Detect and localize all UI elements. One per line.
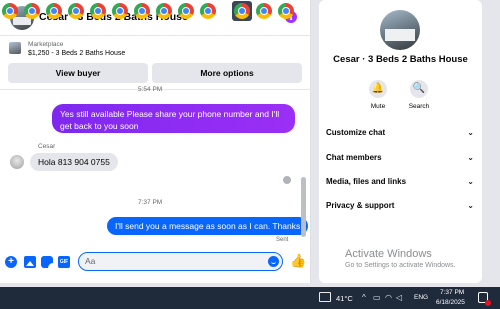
- notification-icon[interactable]: [478, 292, 491, 306]
- activate-windows-title: Activate Windows: [345, 248, 432, 260]
- chrome-icon[interactable]: [90, 3, 106, 19]
- clock-time[interactable]: 7:37 PM: [440, 289, 464, 296]
- photo-icon[interactable]: [24, 256, 36, 268]
- chrome-icon[interactable]: [24, 3, 40, 19]
- chrome-icon[interactable]: [156, 3, 172, 19]
- chevron-up-icon[interactable]: ^: [362, 293, 366, 302]
- chevron-down-icon: ⌄: [467, 128, 474, 137]
- clock-date[interactable]: 6/18/2025: [436, 299, 465, 306]
- chrome-icon[interactable]: [278, 3, 294, 19]
- scrollbar[interactable]: [301, 177, 306, 237]
- chrome-icon[interactable]: [256, 3, 272, 19]
- outgoing-message[interactable]: Yes still available Please share your ph…: [52, 104, 295, 133]
- chrome-icon[interactable]: [200, 3, 216, 19]
- menu-customize-chat[interactable]: Customize chat ⌄: [326, 128, 474, 142]
- chat-panel: Cesar · 3 Beds 2 Baths House i Marketpla…: [0, 0, 311, 283]
- emoji-icon[interactable]: [268, 256, 279, 267]
- chevron-down-icon: ⌄: [467, 201, 474, 210]
- more-options-button[interactable]: More options: [152, 63, 302, 83]
- marketplace-label: Marketplace: [28, 41, 64, 48]
- chrome-icon[interactable]: [178, 3, 194, 19]
- chevron-down-icon: ⌄: [467, 177, 474, 186]
- listing-title[interactable]: $1,250 - 3 Beds 2 Baths House: [28, 50, 125, 57]
- search-icon: 🔍: [412, 83, 426, 94]
- mute-label: Mute: [370, 103, 386, 110]
- gif-icon[interactable]: GIF: [58, 256, 70, 268]
- chevron-down-icon: ⌄: [467, 153, 474, 162]
- menu-label: Chat members: [326, 153, 382, 162]
- language-indicator[interactable]: ENG: [414, 294, 428, 301]
- menu-label: Media, files and links: [326, 177, 407, 186]
- view-buyer-button[interactable]: View buyer: [8, 63, 148, 83]
- chrome-icon[interactable]: [134, 3, 150, 19]
- menu-chat-members[interactable]: Chat members ⌄: [326, 153, 474, 167]
- search-label: Search: [408, 103, 430, 110]
- listing-thumbnail: [9, 42, 21, 54]
- avatar[interactable]: [380, 10, 420, 50]
- menu-media-files-links[interactable]: Media, files and links ⌄: [326, 177, 474, 191]
- seen-indicator-avatar: [283, 176, 291, 184]
- search-button[interactable]: 🔍: [410, 80, 428, 98]
- tray-app-icon[interactable]: ▭: [373, 293, 381, 302]
- weather-temp[interactable]: 41°C: [336, 294, 353, 303]
- bell-icon: 🔔: [371, 83, 385, 94]
- message-status: Sent: [276, 237, 289, 243]
- message-timestamp: 5:54 PM: [138, 86, 163, 93]
- mute-button[interactable]: 🔔: [369, 80, 387, 98]
- chrome-icon[interactable]: [2, 3, 18, 19]
- activate-windows-subtitle: Go to Settings to activate Windows.: [345, 262, 456, 269]
- chrome-icon[interactable]: [46, 3, 62, 19]
- sender-avatar[interactable]: [10, 155, 24, 169]
- volume-icon[interactable]: ◁: [396, 293, 402, 302]
- menu-privacy-support[interactable]: Privacy & support ⌄: [326, 201, 474, 215]
- message-input[interactable]: Aa: [78, 252, 283, 271]
- incoming-message[interactable]: Hola 813 904 0755: [30, 153, 118, 171]
- wifi-icon[interactable]: ◠: [385, 293, 392, 302]
- sender-name: Cesar: [38, 143, 56, 150]
- plus-icon[interactable]: +: [5, 256, 17, 268]
- weather-icon[interactable]: [319, 292, 331, 302]
- chat-details-panel: Cesar · 3 Beds 2 Baths House 🔔 Mute 🔍 Se…: [319, 0, 482, 283]
- menu-label: Customize chat: [326, 128, 386, 137]
- sticker-icon[interactable]: [41, 256, 53, 268]
- message-timestamp: 7:37 PM: [138, 199, 163, 206]
- like-icon[interactable]: 👍: [290, 254, 306, 268]
- chrome-icon[interactable]: [112, 3, 128, 19]
- chrome-icon[interactable]: [234, 3, 250, 19]
- outgoing-message[interactable]: I'll send you a message as soon as I can…: [107, 217, 309, 235]
- chrome-icon[interactable]: [68, 3, 84, 19]
- menu-label: Privacy & support: [326, 201, 395, 210]
- details-title: Cesar · 3 Beds 2 Baths House: [333, 54, 468, 65]
